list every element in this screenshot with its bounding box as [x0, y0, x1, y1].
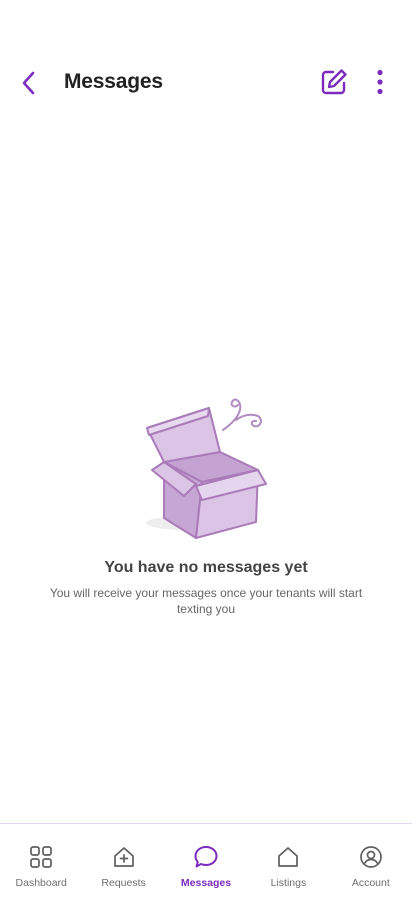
more-vertical-icon	[377, 69, 383, 95]
messages-screen: Messages You have no messages yet You wi…	[0, 0, 412, 917]
edit-icon	[321, 69, 347, 95]
user-circle-icon	[358, 844, 384, 870]
chevron-left-icon	[22, 71, 35, 95]
nav-label-messages: Messages	[180, 877, 232, 889]
nav-label-dashboard: Dashboard	[15, 877, 67, 889]
bottom-navigation: Dashboard Requests Messages Listings Acc…	[0, 823, 412, 917]
nav-item-account[interactable]: Account	[330, 824, 412, 917]
nav-label-requests: Requests	[101, 877, 146, 889]
app-header: Messages	[0, 58, 412, 108]
compose-button[interactable]	[318, 66, 350, 98]
back-button[interactable]	[14, 68, 44, 98]
nav-item-messages[interactable]: Messages	[165, 824, 247, 917]
empty-state-title: You have no messages yet	[104, 559, 308, 576]
house-plus-icon	[111, 844, 137, 870]
home-icon	[275, 844, 301, 870]
nav-item-requests[interactable]: Requests	[82, 824, 164, 917]
empty-state-subtitle: You will receive your messages once your…	[49, 586, 363, 616]
nav-label-account: Account	[351, 877, 390, 889]
open-box-illustration	[146, 398, 267, 539]
chat-bubble-icon	[193, 844, 219, 870]
nav-item-listings[interactable]: Listings	[247, 824, 329, 917]
more-options-button[interactable]	[366, 66, 394, 98]
grid-icon	[28, 844, 54, 870]
page-title: Messages	[64, 70, 163, 93]
nav-item-dashboard[interactable]: Dashboard	[0, 824, 82, 917]
nav-label-listings: Listings	[270, 877, 307, 889]
